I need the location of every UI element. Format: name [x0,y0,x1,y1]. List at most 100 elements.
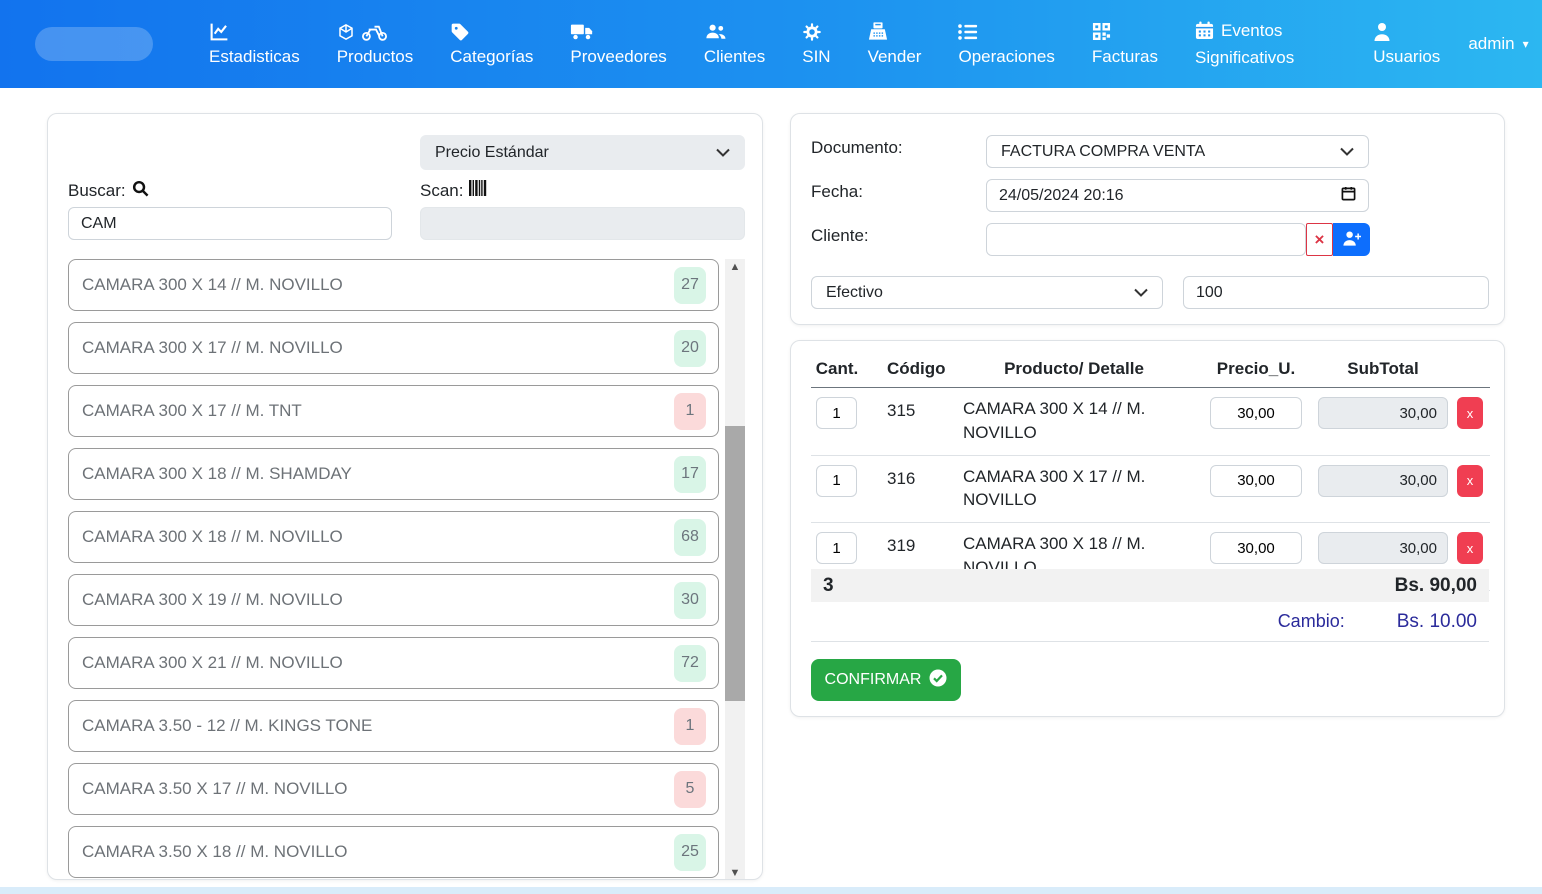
scrollbar-thumb[interactable] [725,426,745,701]
product-name: CAMARA 300 X 18 // M. SHAMDAY [82,464,674,484]
client-label: Cliente: [811,226,869,246]
document-label: Documento: [811,138,903,158]
product-list-item[interactable]: CAMARA 300 X 17 // M. NOVILLO 20 [68,322,719,374]
nav-item-sin[interactable]: SIN [802,21,830,67]
bottom-edge-strip [0,887,1542,894]
product-list-item[interactable]: CAMARA 300 X 21 // M. NOVILLO 72 [68,637,719,689]
nav-item-productos[interactable]: Productos [337,21,414,67]
payment-method-select[interactable]: Efectivo [811,276,1163,309]
nav-item-estadisticas[interactable]: Estadisticas [209,21,300,67]
date-value: 24/05/2024 20:16 [999,187,1124,205]
add-client-button[interactable] [1333,223,1370,256]
payment-method-selected-value: Efectivo [826,284,883,302]
stock-badge: 20 [674,330,706,367]
nav-item-proveedores[interactable]: Proveedores [570,21,666,67]
calendar-picker-icon [1341,186,1356,206]
amount-paid-input[interactable] [1183,276,1489,309]
logo-placeholder [35,27,153,61]
user-plus-icon [1342,230,1361,250]
chevron-down-icon [1134,284,1148,302]
nav-item-categorias[interactable]: Categorías [450,21,533,67]
client-input[interactable] [986,223,1306,256]
product-name: CAMARA 300 X 17 // M. NOVILLO [82,338,674,358]
product-search-panel: Precio Estándar Buscar: Scan: CAMARA 300… [47,113,763,880]
remove-row-button[interactable]: x [1457,397,1483,429]
search-input[interactable] [68,207,392,240]
product-list-item[interactable]: CAMARA 300 X 19 // M. NOVILLO 30 [68,574,719,626]
product-list-item[interactable]: CAMARA 300 X 18 // M. NOVILLO 68 [68,511,719,563]
cart-header-code: Código [867,359,945,379]
clear-client-button[interactable]: × [1306,223,1333,256]
chart-line-icon [209,21,230,43]
sale-header-panel: Documento: FACTURA COMPRA VENTA Fecha: 2… [790,113,1505,325]
product-detail: CAMARA 300 X 17 // M. NOVILLO [949,465,1199,513]
truck-icon [570,21,594,43]
nav-label: Proveedores [570,46,666,67]
product-name: CAMARA 300 X 17 // M. TNT [82,401,674,421]
product-list-item[interactable]: CAMARA 300 X 14 // M. NOVILLO 27 [68,259,719,311]
product-list-item[interactable]: CAMARA 3.50 X 18 // M. NOVILLO 25 [68,826,719,878]
user-menu-admin[interactable]: admin ▾ [1468,34,1528,54]
tag-icon [450,21,470,43]
scroll-down-arrow-icon[interactable]: ▼ [730,865,741,880]
caret-down-icon: ▾ [1523,37,1529,51]
cart-header-price: Precio_U. [1203,359,1309,379]
cart-header-product: Producto/ Detalle [949,359,1199,379]
nav-item-clientes[interactable]: Clientes [704,21,765,67]
unit-price-input[interactable] [1210,532,1302,564]
unit-price-input[interactable] [1210,465,1302,497]
nav-item-eventos-significativos[interactable]: Eventos Significativos [1195,17,1294,71]
nav-item-usuarios[interactable]: Usuarios [1373,21,1440,67]
scroll-up-arrow-icon[interactable]: ▲ [730,259,741,275]
remove-row-button[interactable]: x [1457,532,1483,564]
price-list-selected-value: Precio Estándar [435,144,549,162]
nav-item-vender[interactable]: Vender [868,21,922,67]
check-circle-icon [929,669,947,692]
change-row: Cambio: Bs. 10.00 [811,602,1489,642]
search-label: Buscar: [68,180,149,202]
product-list-item[interactable]: CAMARA 300 X 17 // M. TNT 1 [68,385,719,437]
cart-row: 315 CAMARA 300 X 14 // M. NOVILLO 30,00 … [811,388,1490,456]
subtotal-value: 30,00 [1318,532,1448,564]
product-list-scrollbar[interactable]: ▲ ▼ [725,259,745,880]
nav-label: Productos [337,46,414,67]
users-icon [704,21,727,43]
price-list-select[interactable]: Precio Estándar [420,135,745,170]
chevron-down-icon [1340,143,1354,161]
product-name: CAMARA 3.50 X 17 // M. NOVILLO [82,779,674,799]
subtotal-value: 30,00 [1318,465,1448,497]
quantity-input[interactable] [816,397,857,429]
stock-badge: 30 [674,582,706,619]
totals-row: 3 Bs. 90,00 [811,569,1489,602]
document-type-select[interactable]: FACTURA COMPRA VENTA [986,135,1369,168]
stock-badge: 25 [674,834,706,871]
remove-row-button[interactable]: x [1457,465,1483,497]
chevron-down-icon [716,144,730,162]
product-list-item[interactable]: CAMARA 3.50 X 17 // M. NOVILLO 5 [68,763,719,815]
product-list-item[interactable]: CAMARA 3.50 - 12 // M. KINGS TONE 1 [68,700,719,752]
product-code: 319 [867,532,945,556]
gear-icon [802,21,822,43]
product-name: CAMARA 3.50 X 18 // M. NOVILLO [82,842,674,862]
quantity-input[interactable] [816,532,857,564]
date-label: Fecha: [811,182,863,202]
barcode-icon [469,180,487,201]
close-icon: × [1315,230,1325,250]
nav-item-operaciones[interactable]: Operaciones [958,21,1054,67]
confirm-button[interactable]: CONFIRMAR [811,659,961,701]
date-input[interactable]: 24/05/2024 20:16 [986,179,1369,212]
cash-register-icon [868,21,888,43]
product-name: CAMARA 300 X 19 // M. NOVILLO [82,590,674,610]
product-name: CAMARA 300 X 14 // M. NOVILLO [82,275,674,295]
product-results-list: CAMARA 300 X 14 // M. NOVILLO 27 CAMARA … [68,259,719,880]
unit-price-input[interactable] [1210,397,1302,429]
nav-item-facturas[interactable]: Facturas [1092,21,1158,67]
product-list-item[interactable]: CAMARA 300 X 18 // M. SHAMDAY 17 [68,448,719,500]
main-nav: Estadisticas Productos Categorías [209,17,1440,71]
product-code: 316 [867,465,945,489]
product-name: CAMARA 300 X 21 // M. NOVILLO [82,653,674,673]
stock-badge: 72 [674,645,706,682]
cart-row: 316 CAMARA 300 X 17 // M. NOVILLO 30,00 … [811,456,1490,524]
scan-input[interactable] [420,207,745,240]
quantity-input[interactable] [816,465,857,497]
